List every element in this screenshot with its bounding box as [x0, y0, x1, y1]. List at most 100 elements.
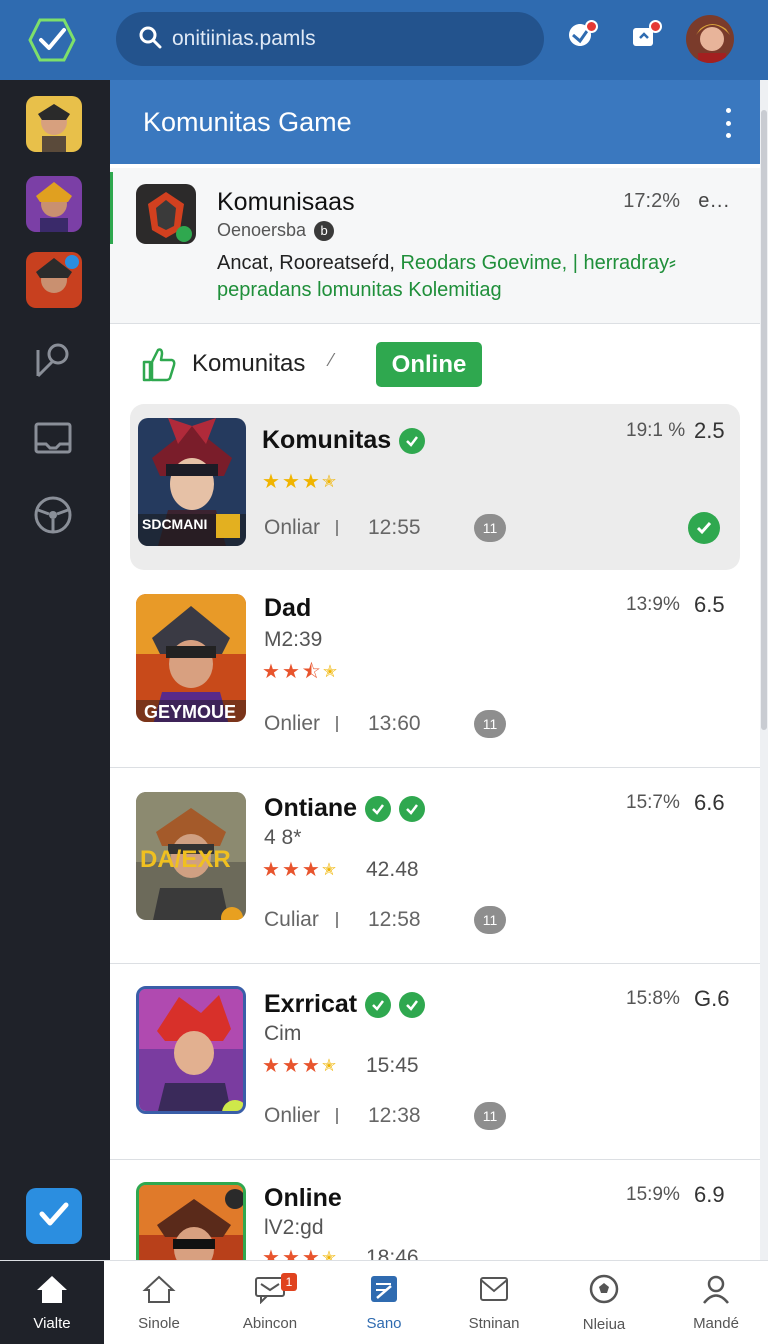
inbox-icon[interactable] — [30, 416, 76, 462]
edit-icon[interactable]: ⁄ — [330, 350, 333, 371]
app-logo-icon[interactable] — [24, 14, 80, 66]
sidebar-check-button[interactable] — [26, 1188, 82, 1244]
divider — [336, 520, 338, 536]
nav-stninan[interactable]: Stninan — [454, 1261, 534, 1344]
user-avatar[interactable] — [684, 13, 736, 65]
row-status: Culiar — [264, 908, 319, 931]
row-title-text: Online — [264, 1184, 342, 1212]
notification-subtitle: Oenoersba b — [217, 220, 335, 241]
notification-body-part2[interactable]: Reodars Goevime, | herradray⸗ — [400, 252, 675, 274]
row-status: Onliar — [264, 516, 321, 539]
accent-bar — [110, 172, 113, 244]
sidebar-game-3[interactable] — [26, 252, 82, 308]
star-half-icon: ✭ — [321, 860, 337, 879]
count-pill: 11 — [474, 906, 506, 934]
nav-nleiua[interactable]: Nleiua — [564, 1261, 644, 1344]
count-pill: 11 — [474, 1102, 506, 1130]
list-item-1[interactable]: SDCMANI Komunitas ★ ★ ★ ✭ Onliar 12:55 1… — [130, 404, 740, 570]
star-icon: ★ — [301, 1247, 320, 1260]
row-subtitle: lV2:gd — [264, 1216, 324, 1239]
row-title: Dad — [264, 594, 311, 623]
notifications-button[interactable] — [560, 18, 600, 58]
user-icon — [701, 1274, 731, 1309]
sidebar-game-1[interactable] — [26, 96, 82, 152]
notification-body-part1: Ancat, Rooreatseŕd, — [217, 252, 395, 274]
scrollbar[interactable] — [760, 80, 768, 1260]
notification-card[interactable]: Komunisaas Oenoersba b Ancat, Rooreatseŕ… — [110, 168, 760, 324]
mail-icon — [478, 1274, 510, 1309]
section-label: Komunitas — [192, 350, 306, 377]
row-title: Exrricat — [264, 990, 426, 1019]
star-half-icon: ✭ — [322, 662, 338, 681]
row-extra-value: 42.48 — [366, 858, 419, 881]
star-half-icon: ✭ — [321, 1056, 337, 1075]
row-score: 6.9 — [694, 1182, 725, 1207]
nav-sano[interactable]: Sano — [344, 1261, 424, 1344]
top-bar — [0, 0, 768, 80]
rating-stars: ★ ★ ★ ✭ — [262, 860, 336, 880]
row-time: 12:58 — [368, 908, 421, 931]
row-subtitle: 4 8* — [264, 826, 302, 849]
row-title: Ontiane — [264, 794, 426, 823]
game-thumbnail: GEYMOUE — [136, 594, 246, 722]
row-score: 6.6 — [694, 790, 725, 815]
list-item-4[interactable]: Exrricat Cim ★ ★ ★ ✭ 15:45 Onlier 12:38 … — [110, 964, 760, 1160]
rating-stars: ★ ★ ★ ✭ — [262, 1056, 336, 1076]
row-title-text: Ontiane — [264, 794, 358, 822]
star-icon: ★ — [281, 1055, 300, 1077]
more-options-icon[interactable] — [722, 108, 734, 138]
row-percent: 15:7% — [626, 792, 680, 813]
nav-badge: 1 — [281, 1273, 297, 1291]
page-header: Komunitas Game — [110, 80, 760, 164]
nav-label: Nleiua — [582, 1316, 626, 1333]
message-badge — [649, 20, 662, 33]
thumbs-up-icon — [138, 344, 178, 384]
thumbnail-label: DA/EXR — [140, 846, 231, 873]
row-title: Online — [264, 1184, 342, 1213]
row-percent: 19:1 % — [626, 420, 686, 441]
game-thumbnail — [136, 986, 246, 1114]
search-bar[interactable] — [116, 12, 544, 66]
online-badge[interactable]: Online — [376, 342, 482, 387]
nav-mande[interactable]: Mandé — [676, 1261, 756, 1344]
verified-icon — [399, 991, 426, 1018]
search-input[interactable] — [172, 27, 532, 51]
star-icon: ★ — [301, 471, 320, 493]
nav-label: Sinole — [138, 1315, 180, 1332]
count-pill: 11 — [474, 514, 506, 542]
row-time: 12:38 — [368, 1104, 421, 1127]
list-item-2[interactable]: GEYMOUE Dad M2:39 ★ ★ ⯪ ✭ Onlier 13:60 1… — [110, 572, 760, 768]
row-score: 6.5 — [694, 592, 725, 617]
star-half-icon: ✭ — [321, 472, 337, 491]
satellite-icon[interactable] — [30, 338, 76, 384]
game-thumbnail: DA/EXR — [136, 792, 246, 920]
star-half-icon: ⯪ — [301, 661, 321, 683]
sidebar-game-2[interactable] — [26, 176, 82, 232]
page-title: Komunitas Game — [143, 106, 352, 137]
nav-label: Sano — [366, 1315, 402, 1332]
list-item-3[interactable]: DA/EXR Ontiane 4 8* ★ ★ ★ ✭ 42.48 Culiar… — [110, 768, 760, 964]
nav-sinole[interactable]: Sinole — [118, 1261, 200, 1344]
scrollbar-thumb[interactable] — [761, 110, 767, 730]
list-item-5[interactable]: Online lV2:gd ★ ★ ★ ✭ 18:46 15:9% 6.9 — [110, 1160, 760, 1260]
selected-check-icon[interactable] — [688, 512, 720, 544]
star-icon: ★ — [301, 859, 320, 881]
count-pill: 11 — [474, 710, 506, 738]
rating-stars: ★ ★ ★ ✭ — [262, 1248, 336, 1260]
messages-button[interactable] — [624, 18, 664, 58]
row-title: Komunitas — [262, 426, 426, 455]
nav-home[interactable]: Vialte — [0, 1261, 104, 1344]
nav-abincon[interactable]: 1 Abincon — [228, 1261, 312, 1344]
notification-more-button[interactable]: e... — [698, 190, 730, 213]
notification-body-part3[interactable]: pepradans lomunitas Kolemitiag — [217, 279, 502, 301]
divider — [336, 912, 338, 928]
row-title-text: Exrricat — [264, 990, 358, 1018]
row-percent: 15:8% — [626, 988, 680, 1009]
house-outline-icon — [142, 1274, 176, 1309]
notification-body: Ancat, Rooreatseŕd, Reodars Goevime, | h… — [217, 250, 717, 304]
notification-game-icon — [136, 184, 196, 244]
game-thumbnail — [136, 1182, 246, 1260]
steering-wheel-icon[interactable] — [30, 492, 76, 538]
nav-label: Vialte — [33, 1315, 71, 1332]
row-score: G.6 — [694, 986, 730, 1011]
